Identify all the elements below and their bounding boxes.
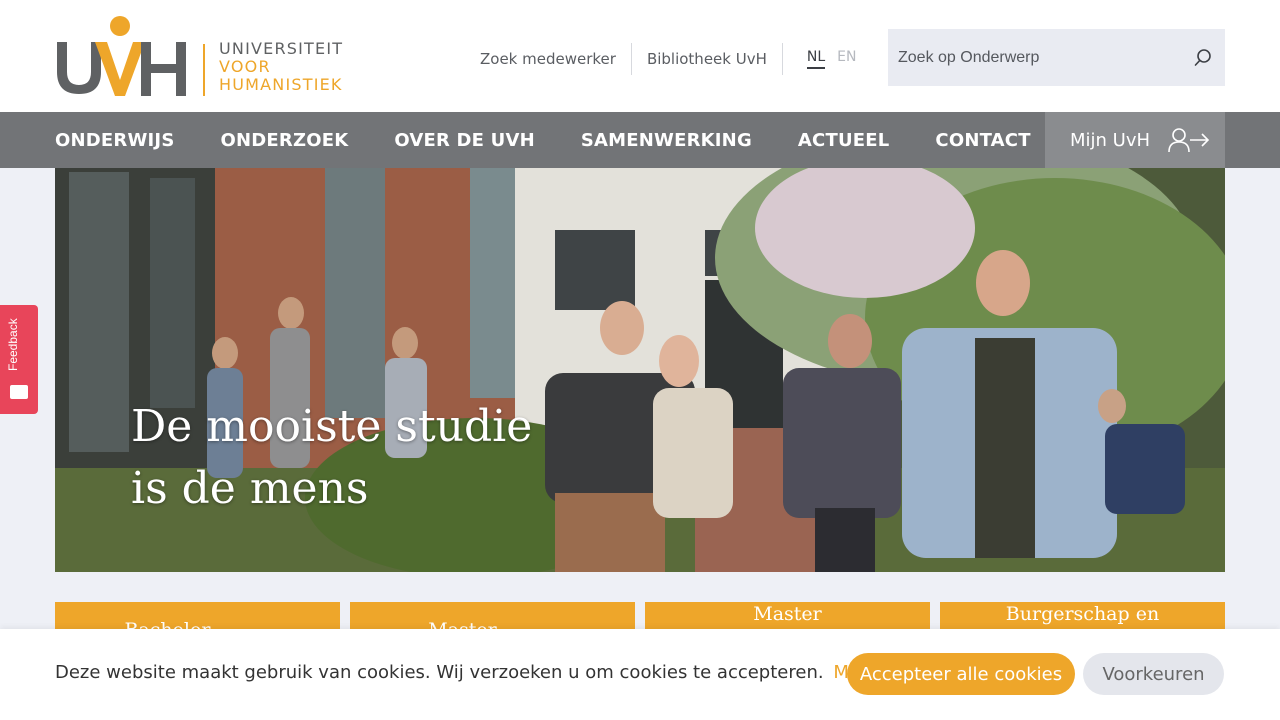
feedback-label: Feedback [6,318,20,371]
hero-heading-line-1: De mooiste studie [131,401,533,452]
nav-item-onderwijs[interactable]: ONDERWIJS [55,130,174,151]
user-login-icon [1168,128,1210,153]
page: UNIVERSITEIT VOOR HUMANISTIEK Zoek medew… [0,0,1280,720]
nav-item-samenwerking[interactable]: SAMENWERKING [581,130,752,151]
cookie-message-wrapper: Deze website maakt gebruik van cookies. … [55,662,918,683]
hero-heading-line-2: is de mens [131,463,369,514]
search-icon [1194,48,1211,66]
lang-en[interactable]: EN [837,49,856,69]
nav-item-contact[interactable]: CONTACT [935,130,1030,151]
lang-nl[interactable]: NL [806,49,826,69]
logo-wordmark: UNIVERSITEIT VOOR HUMANISTIEK [219,40,343,94]
search-input[interactable] [888,29,1181,86]
nav-item-onderzoek[interactable]: ONDERZOEK [220,130,348,151]
nav-item-actueel[interactable]: ACTUEEL [798,130,890,151]
tile-label: Burgerschap en [1005,603,1160,625]
feedback-icon [10,385,28,399]
my-uvh-label: Mijn UvH [1070,129,1151,151]
staff-search-link[interactable]: Zoek medewerker [465,50,631,68]
top-links: Zoek medewerker Bibliotheek UvH NL EN [465,43,856,75]
language-switcher: NL EN [783,49,856,69]
search-bar [888,29,1225,86]
logo-line-1: UNIVERSITEIT [219,39,344,58]
cookie-message: Deze website maakt gebruik van cookies. … [55,662,824,683]
tile-label: Master [753,603,822,625]
search-button[interactable] [1181,29,1225,86]
hero-banner: De mooiste studie is de mens [55,168,1225,572]
cookie-banner: Deze website maakt gebruik van cookies. … [0,629,1280,720]
site-header: UNIVERSITEIT VOOR HUMANISTIEK Zoek medew… [0,0,1280,112]
accept-cookies-button[interactable]: Accepteer alle cookies [847,653,1075,695]
logo-line-3: HUMANISTIEK [219,75,343,94]
logo-line-2: VOOR [219,57,271,76]
my-uvh-button[interactable]: Mijn UvH [1045,112,1225,168]
nav-item-over-de-uvh[interactable]: OVER DE UVH [394,130,535,151]
library-link[interactable]: Bibliotheek UvH [632,50,782,68]
feedback-tab[interactable]: Feedback [0,305,38,414]
hero-heading: De mooiste studie is de mens [131,396,532,520]
cookie-preferences-button[interactable]: Voorkeuren [1083,653,1224,695]
